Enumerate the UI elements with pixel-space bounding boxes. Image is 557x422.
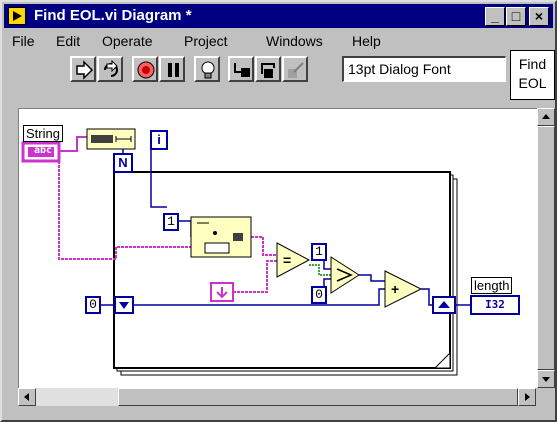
horizontal-scrollbar[interactable] — [18, 388, 555, 406]
window-title: Find EOL.vi Diagram * — [34, 7, 192, 24]
run-continuously-icon[interactable] — [97, 56, 123, 82]
menu-help[interactable]: Help — [352, 33, 381, 49]
scroll-down-button[interactable] — [537, 370, 555, 388]
toolbar: 13pt Dialog Font — [4, 52, 509, 86]
context-help-line1: Find — [518, 56, 547, 72]
run-arrow-glyph — [76, 60, 94, 80]
select-true-constant[interactable]: 1 — [311, 243, 327, 261]
horizontal-scroll-thumb[interactable] — [118, 388, 518, 406]
font-selector[interactable]: 13pt Dialog Font — [342, 56, 506, 82]
initial-count-constant[interactable]: 0 — [85, 296, 101, 314]
context-help-window[interactable]: Find EOL — [510, 50, 555, 100]
wire-string-to-length[interactable] — [59, 136, 87, 152]
scroll-right-icon — [525, 393, 530, 401]
step-over-glyph — [261, 63, 275, 78]
scroll-left-button[interactable] — [18, 388, 36, 406]
block-diagram-wires — [21, 128, 520, 376]
pause-glyph — [168, 63, 179, 77]
vertical-scrollbar[interactable] — [537, 108, 555, 388]
select-false-constant[interactable]: 0 — [311, 286, 327, 304]
diagram-window: Find EOL.vi Diagram * _ □ × File Edit Op… — [0, 0, 557, 422]
length-label[interactable]: length — [471, 277, 513, 294]
menu-edit[interactable]: Edit — [56, 33, 80, 49]
string-subset-glyph — [204, 242, 230, 254]
menu-project[interactable]: Project — [184, 33, 228, 49]
scroll-up-button[interactable] — [537, 108, 555, 126]
loop-count-text: N — [118, 155, 128, 170]
run-continuously-glyph — [104, 60, 118, 77]
vertical-scroll-thumb[interactable] — [537, 126, 555, 370]
pause-icon[interactable] — [159, 56, 185, 82]
scroll-up-icon — [542, 114, 550, 119]
string-subset-out — [233, 233, 243, 241]
maximize-button[interactable]: □ — [506, 7, 526, 26]
step-out-glyph — [288, 62, 304, 78]
minimize-button[interactable]: _ — [485, 7, 505, 26]
block-diagram[interactable]: String abc N i 1 1 0 0 = + length I32 — [18, 108, 537, 388]
abort-icon[interactable] — [132, 56, 158, 82]
index-constant-one[interactable]: 1 — [163, 213, 179, 231]
light-bulb-glyph — [201, 61, 215, 79]
add-symbol: + — [391, 281, 400, 297]
menu-operate[interactable]: Operate — [102, 33, 153, 49]
run-arrow-icon[interactable] — [70, 56, 96, 82]
scroll-left-icon — [24, 393, 29, 401]
step-out-icon[interactable] — [282, 56, 308, 82]
resize-grip[interactable] — [536, 388, 555, 406]
scroll-down-icon — [542, 377, 550, 382]
step-over-icon[interactable] — [255, 56, 281, 82]
menu-bar: File Edit Operate Project Windows Help — [4, 30, 509, 52]
string-length-glyph — [91, 135, 113, 143]
close-button[interactable]: × — [529, 7, 549, 26]
string-subset-dot — [213, 231, 217, 235]
title-bar[interactable]: Find EOL.vi Diagram * _ □ × — [4, 4, 553, 28]
scroll-right-button[interactable] — [518, 388, 536, 406]
menu-file[interactable]: File — [12, 33, 35, 49]
highlight-execution-icon[interactable] — [194, 56, 220, 82]
equal-symbol: = — [283, 252, 292, 268]
context-help-line2: EOL — [518, 75, 547, 91]
string-label[interactable]: String — [23, 125, 63, 142]
menu-windows[interactable]: Windows — [266, 33, 323, 49]
step-into-glyph — [234, 63, 250, 77]
loop-iteration-text: i — [157, 132, 161, 147]
length-terminal-text: I32 — [485, 298, 505, 311]
string-terminal-text: abc — [33, 145, 53, 156]
step-into-icon[interactable] — [228, 56, 254, 82]
labview-vi-icon[interactable] — [8, 7, 26, 25]
abort-glyph — [137, 61, 155, 79]
